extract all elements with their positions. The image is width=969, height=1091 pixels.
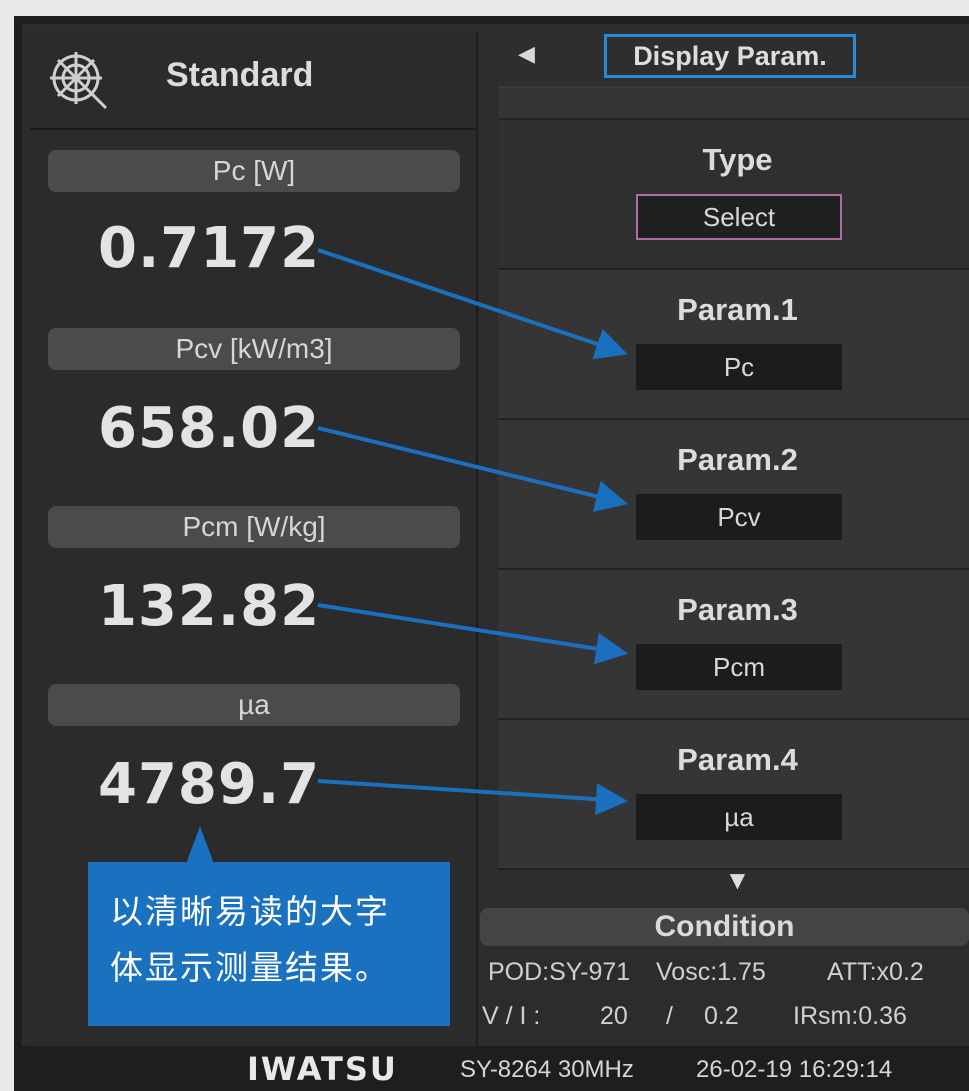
param-3-field[interactable]: Pcm	[636, 644, 842, 690]
annotation-callout: 以清晰易读的大字 体显示测量结果。	[88, 862, 450, 1026]
condition-pod: POD:SY-971	[488, 958, 631, 986]
type-label: Type	[702, 142, 773, 177]
header-divider	[498, 88, 969, 120]
display-param-panel: ◀ Display Param. Type Select Param.1 Pc …	[498, 32, 969, 892]
callout-line-2: 体显示测量结果。	[110, 948, 390, 987]
measurement-label-pcv: Pcv [kW/m3]	[48, 328, 460, 370]
display-frame: Standard Pc [W] 0.7172 Pcv [kW/m3] 658.0…	[22, 24, 969, 1054]
param-block-1: Param.1 Pc	[498, 270, 969, 420]
datetime: 26-02-19 16:29:14	[696, 1056, 893, 1083]
type-select[interactable]: Select	[636, 194, 842, 240]
measurement-value-pcv: 658.02	[98, 396, 321, 461]
param-2-label: Param.2	[677, 442, 798, 477]
measurement-value-pcm: 132.82	[98, 574, 321, 639]
down-triangle-icon[interactable]: ▼	[498, 868, 969, 892]
measurement-label-pc: Pc [W]	[48, 150, 460, 192]
condition-slash: /	[666, 1002, 673, 1030]
mode-title: Standard	[166, 56, 314, 94]
param-block-4: Param.4 µa	[498, 720, 969, 870]
param-3-label: Param.3	[677, 592, 798, 627]
type-block: Type Select	[498, 120, 969, 270]
model-info: SY-8264 30MHz	[460, 1056, 634, 1083]
condition-vi-label: V / I :	[482, 1002, 541, 1030]
callout-line-1: 以清晰易读的大字	[110, 892, 390, 931]
condition-v-value: 20	[600, 1002, 628, 1030]
measurement-label-ua: µa	[48, 684, 460, 726]
instrument-screen: Standard Pc [W] 0.7172 Pcv [kW/m3] 658.0…	[14, 16, 969, 1091]
measurement-panel: Standard Pc [W] 0.7172 Pcv [kW/m3] 658.0…	[30, 32, 478, 1050]
condition-irsm: IRsm:0.36	[793, 1002, 907, 1030]
brand-logo: IWATSU	[247, 1050, 398, 1088]
left-triangle-icon[interactable]: ◀	[518, 42, 535, 67]
measurement-value-pc: 0.7172	[98, 216, 321, 281]
status-footer: IWATSU SY-8264 30MHz 26-02-19 16:29:14	[14, 1046, 969, 1091]
param-4-field[interactable]: µa	[636, 794, 842, 840]
condition-att: ATT:x0.2	[827, 958, 924, 986]
mode-header: Standard	[30, 32, 476, 130]
param-2-field[interactable]: Pcv	[636, 494, 842, 540]
panel-title[interactable]: Display Param.	[604, 34, 856, 78]
param-block-2: Param.2 Pcv	[498, 420, 969, 570]
measurement-value-ua: 4789.7	[98, 752, 321, 817]
param-4-label: Param.4	[677, 742, 798, 777]
param-1-label: Param.1	[677, 292, 798, 327]
condition-vosc: Vosc:1.75	[656, 958, 766, 986]
param-block-3: Param.3 Pcm	[498, 570, 969, 720]
measurement-label-pcm: Pcm [W/kg]	[48, 506, 460, 548]
panel-header: ◀ Display Param.	[498, 32, 969, 88]
callout-pointer	[186, 826, 214, 864]
condition-label: Condition	[480, 908, 969, 946]
param-1-field[interactable]: Pc	[636, 344, 842, 390]
condition-i-value: 0.2	[704, 1002, 739, 1030]
target-mode-icon[interactable]	[46, 46, 114, 114]
